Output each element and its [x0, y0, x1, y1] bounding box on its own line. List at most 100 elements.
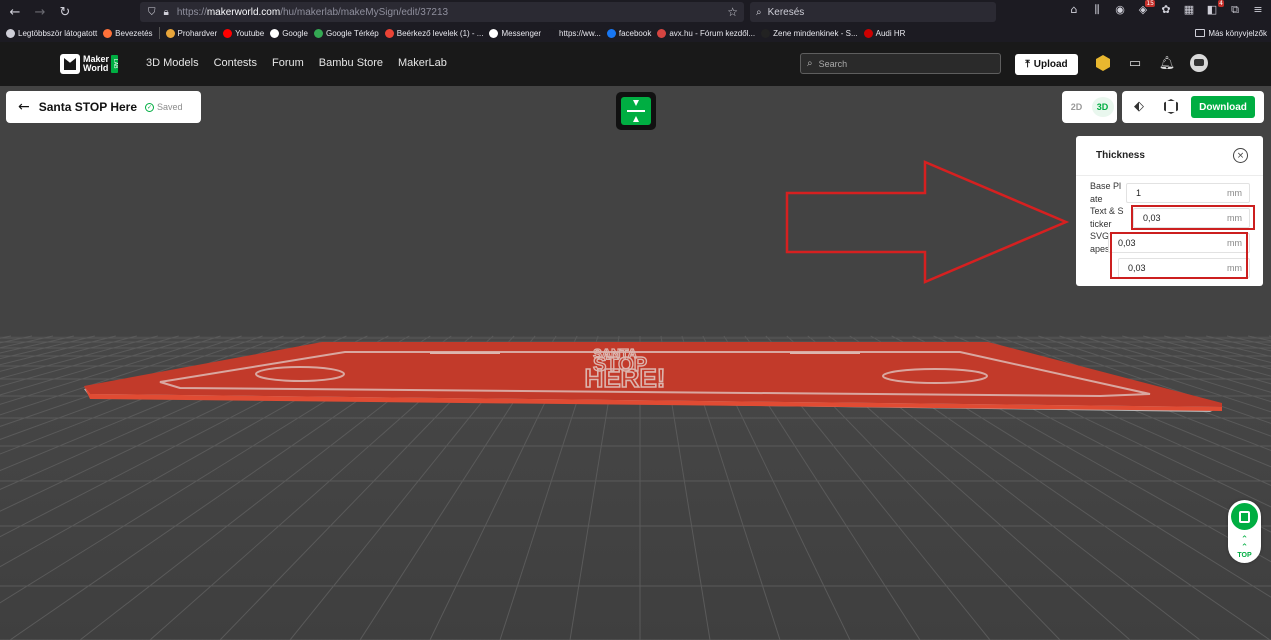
extension-alert-badge: 4 — [1218, 0, 1224, 7]
forward-arrow-icon[interactable]: → — [30, 2, 50, 22]
bell-icon[interactable]: 🔔︎ — [1158, 54, 1176, 72]
url-host: makerworld.com — [206, 6, 281, 18]
back-arrow-icon[interactable]: ← — [18, 99, 30, 115]
folder-icon — [1195, 29, 1206, 37]
bookmark-item[interactable]: facebook — [606, 28, 652, 38]
messages-icon[interactable]: ▭ — [1126, 54, 1144, 72]
download-button[interactable]: Download — [1191, 96, 1255, 118]
header-icons: ▭ 🔔︎ — [1094, 54, 1208, 72]
bookmark-label: facebook — [618, 28, 652, 38]
check-circle-icon: ✓ — [145, 102, 155, 112]
other-bookmarks-label: Más könyvjelzők — [1208, 28, 1267, 38]
base-plate-unit: mm — [1227, 188, 1242, 198]
sign-text-line-3: HERE! — [585, 363, 666, 393]
scroll-top-button[interactable]: ⌃ ⌃ TOP — [1228, 536, 1261, 560]
base-plate-value: 1 — [1136, 188, 1142, 198]
bookmark-favicon-icon — [165, 28, 175, 38]
reload-icon[interactable]: ↻ — [55, 2, 75, 22]
url-prefix: https:// — [176, 6, 207, 18]
thickness-title: Thickness — [1096, 150, 1145, 161]
base-plate-field[interactable]: 1 mm — [1126, 183, 1250, 203]
search-icon: ⌕ — [807, 58, 813, 69]
thickness-icon — [621, 97, 651, 125]
address-bar[interactable]: ⛉ 🔒︎ https://makerworld.com/hu/makerlab/… — [140, 2, 744, 22]
extension-icon[interactable]: ◈ 15 — [1136, 0, 1155, 19]
bookmark-star-icon[interactable]: ☆ — [727, 5, 738, 19]
browser-search-placeholder: Keresés — [767, 6, 805, 18]
camera-view-icon[interactable]: ⬖ — [1134, 99, 1144, 114]
nav-makerlab[interactable]: MakerLab — [398, 57, 447, 69]
feedback-doc-icon — [1239, 510, 1250, 523]
bookmark-favicon-icon — [6, 28, 15, 38]
bookmark-label: Messenger — [501, 28, 542, 38]
bookmark-label: avx.hu - Fórum kezdől... — [669, 28, 756, 38]
bookmark-item[interactable]: Bevezetés — [103, 28, 153, 38]
home-icon[interactable]: ⌂ — [1067, 3, 1081, 19]
extension-leaf-icon[interactable]: ✿ — [1159, 3, 1173, 19]
bookmark-favicon-icon — [547, 28, 557, 38]
settings-hex-icon[interactable] — [1164, 99, 1178, 114]
menu-icon[interactable]: ≡ — [1251, 3, 1265, 19]
base-plate-label: Base Plate — [1090, 181, 1122, 204]
back-arrow-icon[interactable]: ← — [5, 2, 25, 22]
thickness-tool-button[interactable] — [616, 92, 656, 130]
other-bookmarks[interactable]: Más könyvjelzők — [1195, 24, 1267, 42]
bookmark-item[interactable]: Prohardver — [165, 28, 217, 38]
feedback-button[interactable] — [1231, 503, 1258, 530]
site-search: ⌕ — [800, 53, 1001, 74]
browser-toolbar: ← → ↻ ⛉ 🔒︎ https://makerworld.com/hu/mak… — [0, 0, 1271, 24]
nav-contests[interactable]: Contests — [214, 57, 257, 69]
close-icon[interactable]: × — [1233, 148, 1248, 163]
extension-alert-icon[interactable]: ◧ 4 — [1205, 0, 1224, 19]
bookmark-label: https://ww... — [559, 28, 601, 38]
top-label: TOP — [1237, 552, 1252, 559]
bookmark-favicon-icon — [489, 28, 499, 38]
view-3d-button[interactable]: 3D — [1091, 97, 1114, 117]
lock-icon: 🔒︎ — [163, 6, 169, 18]
title-card: ← Santa STOP Here ✓ Saved — [6, 91, 201, 123]
bookmark-item[interactable]: Google — [270, 28, 308, 38]
bookmark-favicon-icon — [223, 28, 233, 38]
shield-icon: ⛉ — [148, 6, 156, 18]
tool-card: ⬖ Download — [1122, 91, 1264, 123]
text-sticker-label: Text & Sticker — [1090, 206, 1124, 229]
bookmark-label: Bevezetés — [115, 28, 153, 38]
nav-bambu-store[interactable]: Bambu Store — [319, 57, 383, 69]
nav-forum[interactable]: Forum — [272, 57, 304, 69]
bookmark-label: Beérkező levelek (1) - ... — [396, 28, 484, 38]
highlight-box-svg-shapes — [1110, 232, 1248, 279]
bookmark-item[interactable]: https://ww... — [547, 28, 601, 38]
puzzle-icon[interactable]: ⧉ — [1228, 3, 1242, 19]
translate-icon[interactable]: ▦ — [1182, 3, 1196, 19]
bookmark-label: Google Térkép — [325, 28, 379, 38]
avatar[interactable] — [1190, 54, 1208, 72]
points-icon[interactable] — [1094, 54, 1112, 72]
site-search-input[interactable] — [818, 58, 979, 69]
bookmark-item[interactable]: avx.hu - Fórum kezdől... — [657, 28, 756, 38]
bookmark-item[interactable]: Legtöbbször látogatott — [6, 28, 97, 38]
bookmark-favicon-icon — [606, 28, 616, 38]
highlight-box-text-sticker — [1131, 205, 1255, 230]
bookmark-label: Audi HR — [875, 28, 906, 38]
bookmark-item[interactable]: Audi HR — [863, 28, 906, 38]
makerworld-logo[interactable]: Maker World LAB — [60, 54, 119, 74]
nav-3d-models[interactable]: 3D Models — [146, 57, 199, 69]
bookmark-item[interactable]: Youtube — [223, 28, 264, 38]
bookmark-favicon-icon — [657, 28, 667, 38]
logo-wordmark: Maker World — [83, 55, 109, 73]
bookmark-item[interactable]: Google Térkép — [313, 28, 379, 38]
upload-button[interactable]: ⤒ Upload — [1015, 54, 1078, 75]
thickness-panel-header: Thickness × — [1076, 136, 1263, 176]
bookmarks-bar: Legtöbbször látogatott Bevezetés Prohardve… — [0, 24, 1271, 42]
view-2d-button[interactable]: 2D — [1066, 97, 1088, 117]
bookmark-item[interactable]: Beérkező levelek (1) - ... — [384, 28, 484, 38]
bookmark-item[interactable]: Zene mindenkinek - S... — [761, 28, 858, 38]
bookmark-favicon-icon — [384, 28, 394, 38]
library-icon[interactable]: ⫼ — [1090, 3, 1104, 19]
bookmark-item[interactable]: Messenger — [489, 28, 542, 38]
model-title[interactable]: Santa STOP Here — [39, 100, 137, 114]
search-icon: ⌕ — [756, 6, 762, 18]
browser-search-box[interactable]: ⌕ Keresés — [750, 2, 996, 22]
site-header: Maker World LAB 3D Models Contests Forum… — [0, 42, 1271, 86]
account-icon[interactable]: ◉ — [1113, 3, 1127, 19]
